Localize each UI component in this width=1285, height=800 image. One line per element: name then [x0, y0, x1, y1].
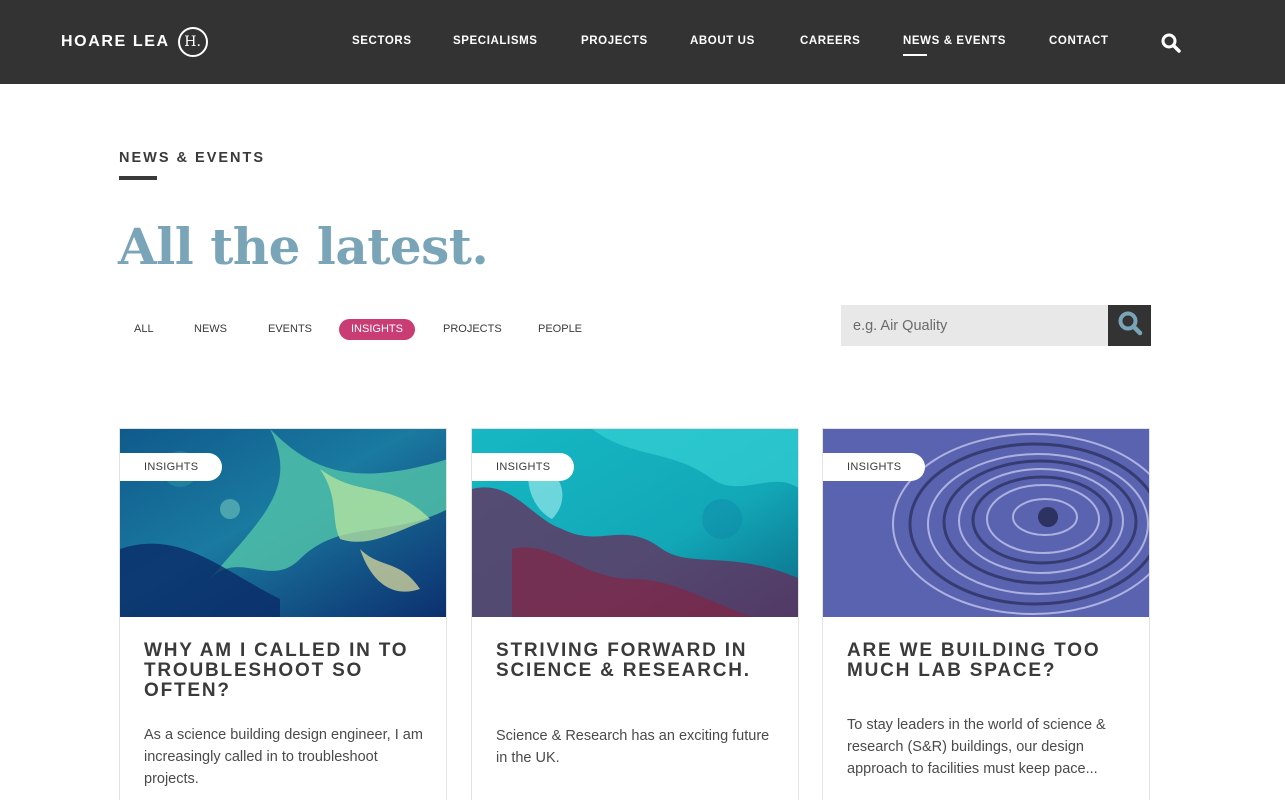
site-header: HOARE LEA H. SECTORS SPECIALISMS PROJECT…	[0, 0, 1285, 84]
card-excerpt: To stay leaders in the world of science …	[847, 717, 1106, 777]
nav-contact[interactable]: CONTACT	[1049, 35, 1109, 47]
card-title[interactable]: WHY AM I CALLED IN TO TROUBLESHOOT SO OF…	[144, 641, 429, 701]
nav-sectors[interactable]: SECTORS	[352, 35, 412, 47]
section-eyebrow: NEWS & EVENTS	[119, 150, 266, 166]
filter-tabs: ALL NEWS EVENTS INSIGHTS PROJECTS PEOPLE	[0, 319, 700, 341]
article-card[interactable]: INSIGHTS ARE WE BUILDING TOO MUCH LAB SP…	[822, 428, 1150, 800]
card-excerpt: Science & Research has an exciting futur…	[496, 728, 770, 766]
search-form	[841, 305, 1151, 346]
filter-all[interactable]: ALL	[122, 319, 166, 340]
filter-projects[interactable]: PROJECTS	[431, 319, 514, 340]
nav-projects[interactable]: PROJECTS	[581, 35, 648, 47]
eyebrow-underline	[119, 176, 157, 180]
page-title: All the latest.	[118, 217, 489, 276]
article-card[interactable]: INSIGHTS STRIVING FORWARD IN SCIENCE & R…	[471, 428, 799, 800]
main-nav: SECTORS SPECIALISMS PROJECTS ABOUT US CA…	[0, 0, 1285, 84]
article-card[interactable]: INSIGHTS WHY AM I CALLED IN TO TROUBLESH…	[119, 428, 447, 800]
filter-events[interactable]: EVENTS	[256, 319, 324, 340]
search-icon[interactable]	[1160, 32, 1182, 54]
card-tag: INSIGHTS	[823, 453, 926, 481]
filter-insights[interactable]: INSIGHTS	[339, 319, 415, 340]
card-title[interactable]: ARE WE BUILDING TOO MUCH LAB SPACE?	[847, 641, 1132, 681]
filter-people[interactable]: PEOPLE	[526, 319, 594, 340]
nav-specialisms[interactable]: SPECIALISMS	[453, 35, 538, 47]
search-button[interactable]	[1108, 305, 1151, 346]
card-excerpt: As a science building design engineer, I…	[144, 727, 423, 787]
card-tag: INSIGHTS	[120, 453, 223, 481]
nav-news-events[interactable]: NEWS & EVENTS	[903, 35, 1006, 56]
search-icon	[1117, 310, 1143, 341]
search-input[interactable]	[841, 305, 1108, 346]
card-tag: INSIGHTS	[472, 453, 575, 481]
card-title[interactable]: STRIVING FORWARD IN SCIENCE & RESEARCH.	[496, 641, 781, 681]
filter-news[interactable]: NEWS	[182, 319, 239, 340]
nav-careers[interactable]: CAREERS	[800, 35, 860, 47]
nav-about-us[interactable]: ABOUT US	[690, 35, 755, 47]
